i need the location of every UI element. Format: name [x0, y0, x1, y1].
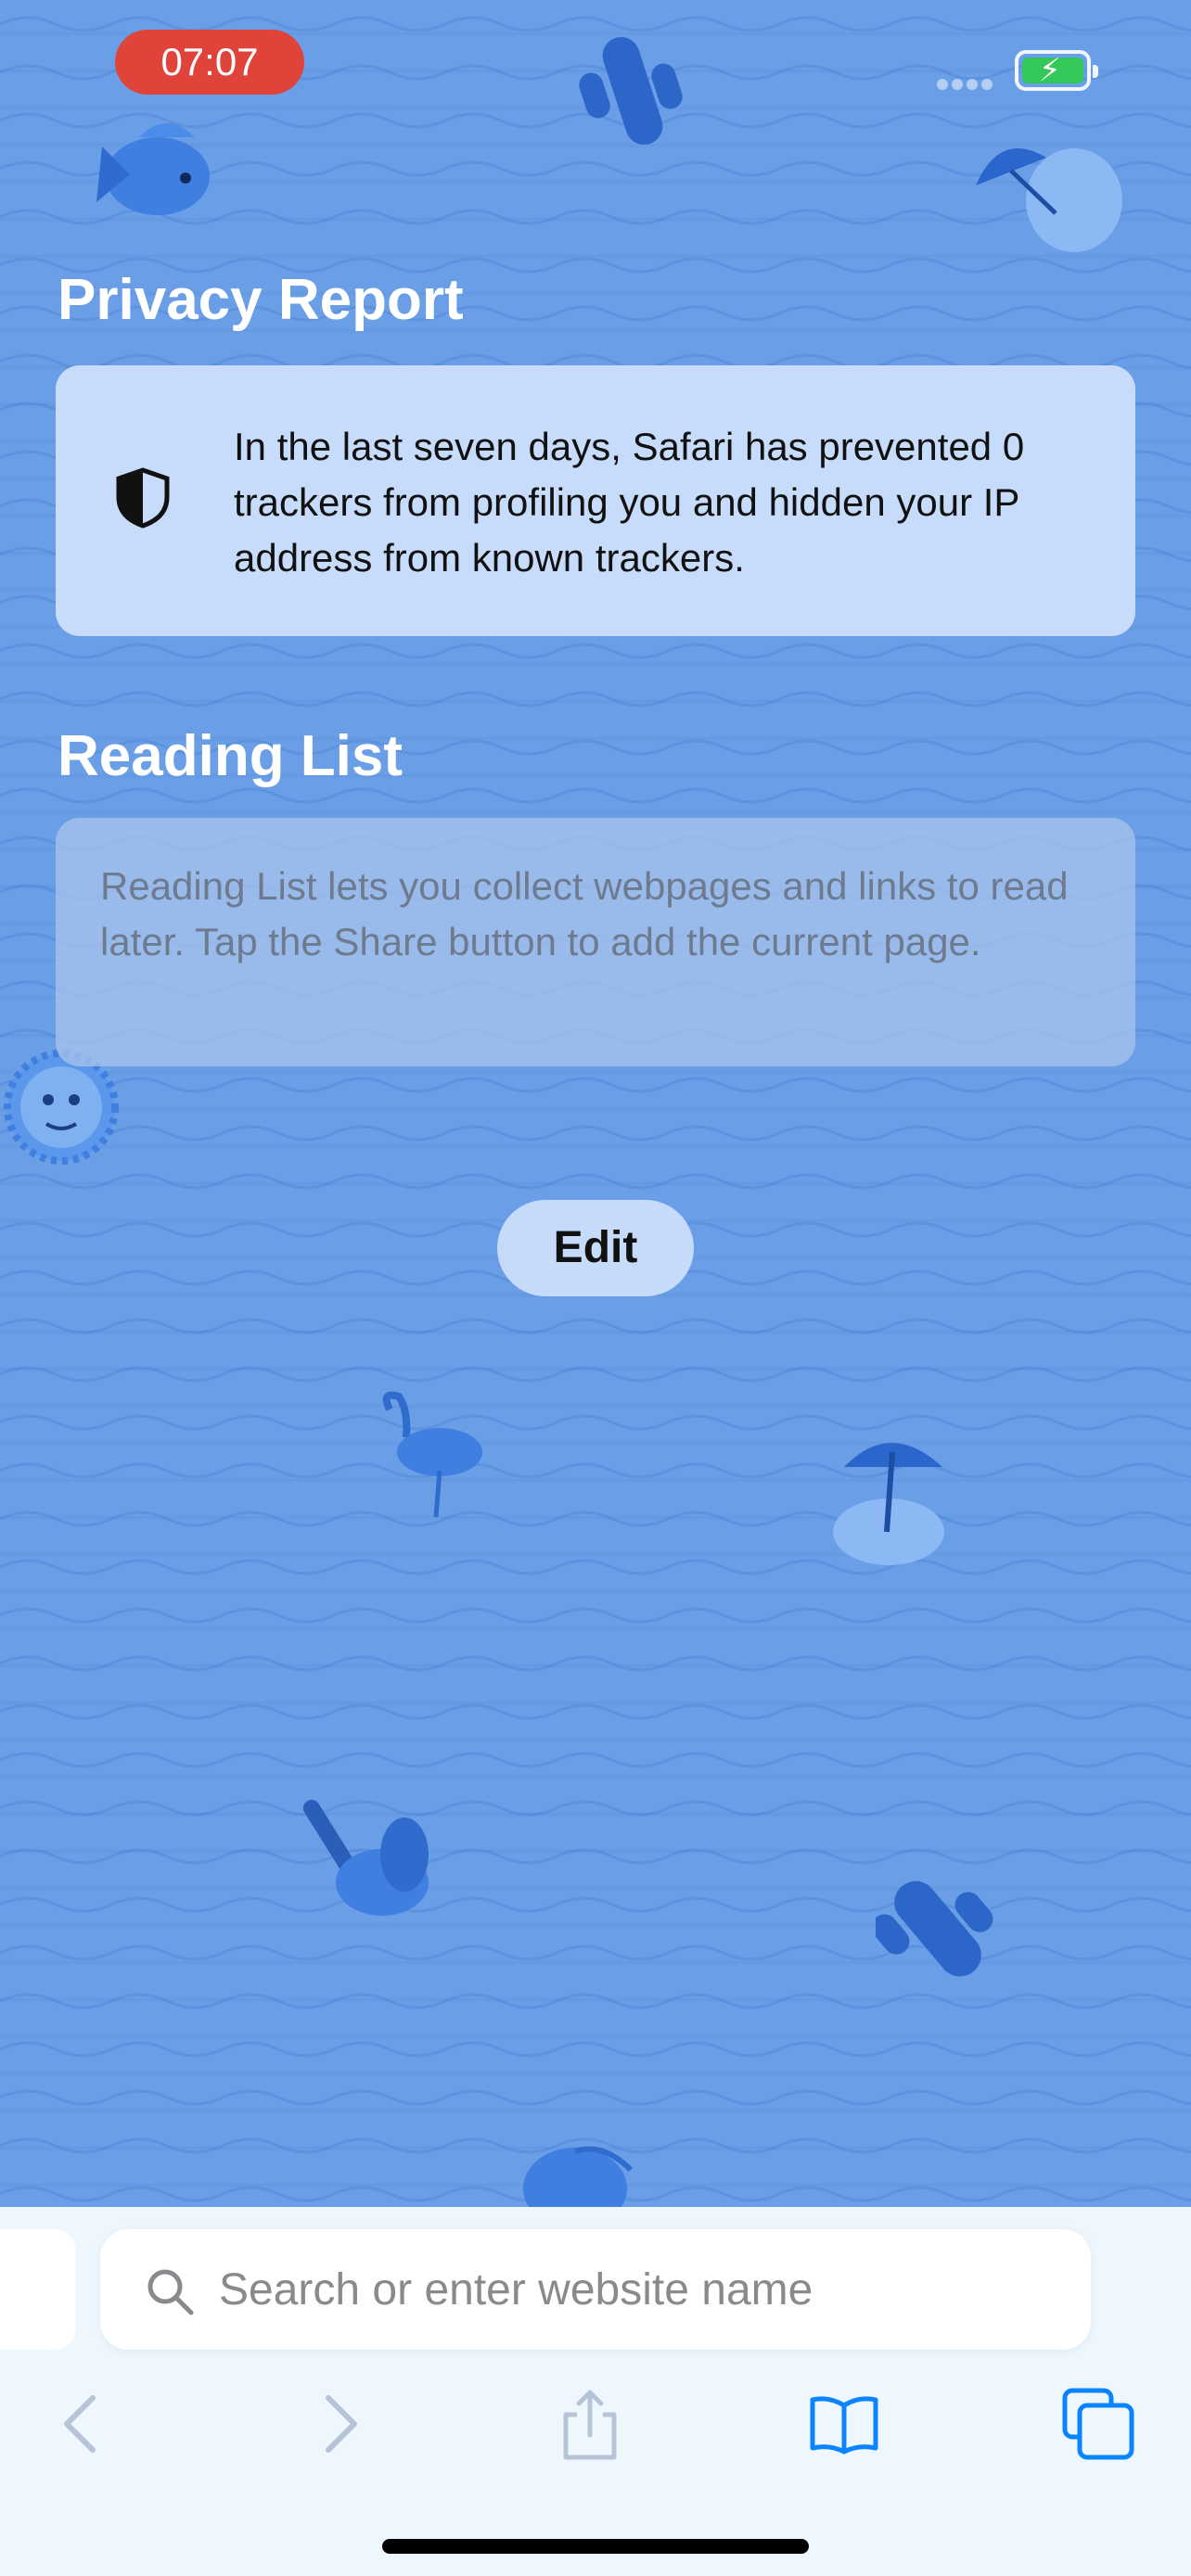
cactus-icon: [579, 36, 683, 146]
reading-list-empty-message: Reading List lets you collect webpages a…: [100, 864, 1069, 963]
forward-icon[interactable]: [302, 2387, 377, 2461]
flamingo-icon: [382, 1391, 482, 1518]
fish-icon: [96, 123, 210, 215]
share-icon[interactable]: [553, 2387, 627, 2461]
palm-tree-icon: [303, 1800, 429, 1916]
search-input[interactable]: Search or enter website name: [100, 2229, 1091, 2350]
edit-button[interactable]: Edit: [497, 1200, 694, 1296]
signal-icon: [937, 78, 996, 95]
reading-list-title: Reading List: [58, 724, 403, 788]
home-indicator: [382, 2539, 809, 2554]
status-time: 07:07: [115, 30, 304, 95]
beach-umbrella-icon: [976, 148, 1122, 252]
cactus-icon: [876, 1881, 993, 1977]
reading-list-card: Reading List lets you collect webpages a…: [56, 818, 1135, 1066]
search-icon: [147, 2269, 194, 2315]
previous-tab-preview[interactable]: [0, 2229, 76, 2350]
privacy-report-title: Privacy Report: [58, 268, 464, 332]
bookmarks-icon[interactable]: [807, 2387, 881, 2461]
fish-icon: [523, 2146, 634, 2207]
shield-icon: [116, 467, 170, 529]
privacy-report-message: In the last seven days, Safari has preve…: [234, 425, 1025, 580]
privacy-report-card[interactable]: In the last seven days, Safari has preve…: [56, 365, 1135, 636]
battery-icon: ⚡: [1015, 50, 1098, 91]
island-umbrella-icon: [833, 1443, 944, 1565]
search-placeholder: Search or enter website name: [219, 2265, 813, 2315]
back-icon[interactable]: [45, 2387, 119, 2461]
tabs-icon[interactable]: [1061, 2387, 1135, 2461]
